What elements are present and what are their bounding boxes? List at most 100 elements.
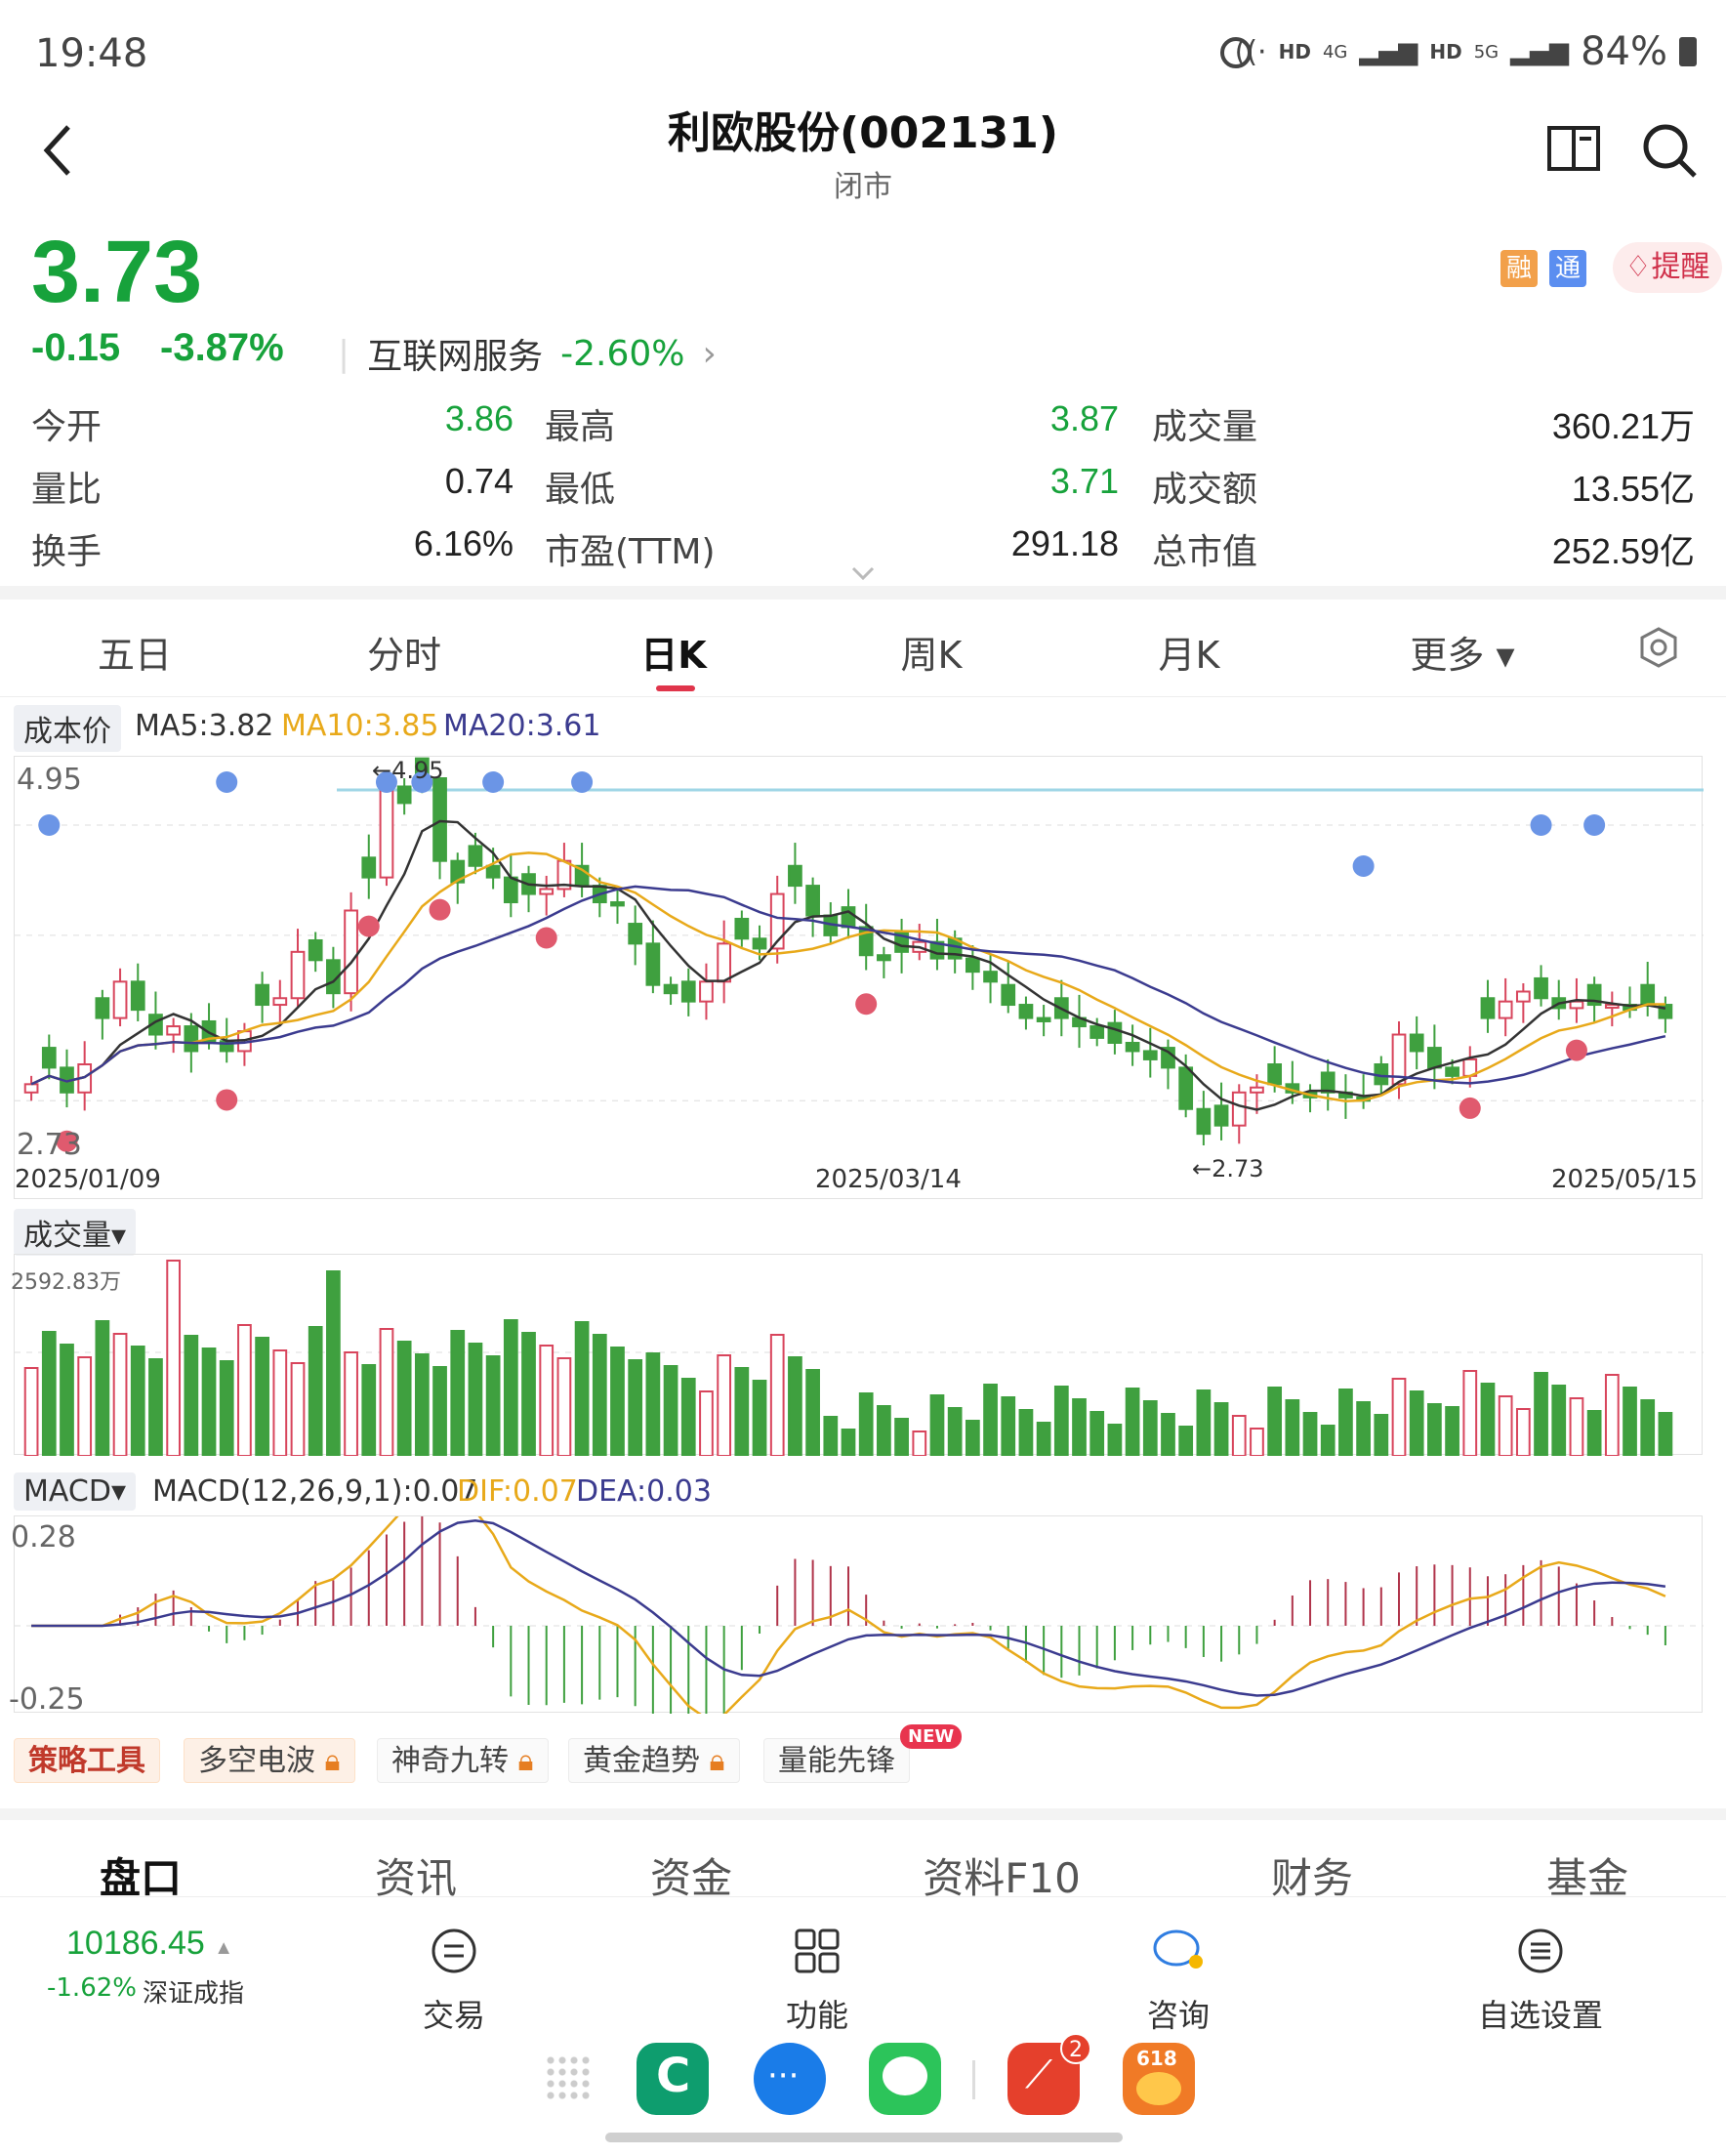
signal-icon: ▂▄▆ bbox=[1510, 37, 1570, 66]
volume-bar bbox=[1445, 1406, 1459, 1457]
volume-bar bbox=[1267, 1387, 1283, 1457]
ma5-line bbox=[30, 819, 1666, 1111]
volume-bar bbox=[947, 1407, 963, 1457]
period-tabs: 五日 分时 日K 周K 月K 更多 ▾ bbox=[0, 600, 1726, 697]
status-bar: 19:48 ((· HD 4G ▂▄▆ HD 5G ▂▄▆ 84% bbox=[0, 0, 1726, 107]
volume-bar bbox=[1604, 1374, 1620, 1457]
tab-1[interactable]: 分时 bbox=[336, 625, 473, 679]
volume-bar bbox=[1534, 1372, 1548, 1457]
strategy-shenqi[interactable]: 神奇九转 🔒︎ bbox=[377, 1738, 549, 1783]
volume-bar bbox=[663, 1365, 678, 1457]
consult-button[interactable]: 咨询 bbox=[1134, 1927, 1222, 2036]
candle-body bbox=[1515, 990, 1531, 1003]
volume-bar bbox=[1018, 1409, 1034, 1457]
volume-bar bbox=[485, 1355, 501, 1457]
volume-bar bbox=[1551, 1385, 1567, 1457]
macd-chart[interactable]: 0.28 -0.25 bbox=[9, 1478, 1704, 1753]
volume-bar bbox=[894, 1418, 909, 1457]
volume-selector[interactable]: 成交量▾ bbox=[14, 1209, 137, 1256]
volume-bar bbox=[1250, 1428, 1264, 1457]
candle-body bbox=[95, 997, 110, 1019]
candle-body bbox=[610, 901, 625, 907]
volume-bar bbox=[717, 1354, 732, 1457]
low-marker: ←2.73 bbox=[1192, 1155, 1264, 1182]
volume-bar bbox=[1391, 1378, 1407, 1457]
volume-bar bbox=[1302, 1412, 1318, 1457]
trade-button[interactable]: 交易 bbox=[410, 1927, 498, 2036]
candle-body bbox=[1640, 983, 1656, 1007]
industry-pct: -2.60% bbox=[560, 333, 685, 374]
volume-bar bbox=[1427, 1403, 1442, 1457]
section-gap bbox=[0, 1808, 1726, 1820]
cost-price-button[interactable]: 成本价 bbox=[14, 705, 121, 752]
remind-button[interactable]: ♢提醒 bbox=[1613, 242, 1722, 293]
candle-body bbox=[184, 1025, 199, 1053]
strategy-label: 多空电波 bbox=[198, 1744, 315, 1778]
volume-bar bbox=[326, 1270, 341, 1457]
shopping-app-icon[interactable]: 618 bbox=[1123, 2043, 1195, 2115]
index-value[interactable]: 10186.45 ▲ bbox=[66, 1925, 233, 1963]
tab-3[interactable]: 周K bbox=[863, 625, 1000, 679]
candle-body bbox=[432, 777, 447, 862]
market-status: 闭市 bbox=[834, 170, 892, 204]
candle-body bbox=[539, 888, 555, 895]
volume-bar bbox=[1213, 1402, 1229, 1457]
candle-body bbox=[1569, 1000, 1584, 1010]
strategy-duokong[interactable]: 多空电波 🔒︎ bbox=[184, 1738, 355, 1783]
kline-chart[interactable]: 4.95 2.73 ←4.95 ←2.73 2025/01/09 2025/03… bbox=[14, 756, 1704, 1199]
network-label: HD bbox=[1429, 40, 1462, 63]
tab-4[interactable]: 月K bbox=[1121, 625, 1257, 679]
volume-chart[interactable]: 2592.83万 bbox=[11, 1254, 1704, 1457]
notification-badge: 2 bbox=[1060, 2033, 1091, 2064]
app-drawer-icon[interactable] bbox=[545, 2054, 594, 2103]
tab-5[interactable]: 更多 ▾ bbox=[1394, 625, 1531, 679]
volume-bar bbox=[414, 1353, 430, 1457]
index-value-text: 10186.45 bbox=[66, 1925, 205, 1962]
section-gap bbox=[0, 586, 1726, 600]
candle-body bbox=[1089, 1025, 1105, 1039]
industry-link[interactable]: | 互联网服务 -2.60% › bbox=[338, 328, 717, 379]
active-tab-indicator bbox=[656, 685, 695, 691]
volume-bar bbox=[1089, 1411, 1105, 1457]
candle-body bbox=[272, 997, 288, 1007]
function-button[interactable]: 功能 bbox=[773, 1927, 861, 2036]
lock-icon: 🔒︎ bbox=[324, 1744, 341, 1778]
volume-bar bbox=[1586, 1410, 1602, 1457]
kline-svg bbox=[15, 757, 1704, 1152]
strategy-liangneng[interactable]: 量能先锋 bbox=[763, 1738, 910, 1783]
strategy-label: 黄金趋势 bbox=[583, 1744, 700, 1778]
high-marker: ←4.95 bbox=[372, 757, 444, 784]
volume-bar bbox=[1658, 1412, 1673, 1457]
search-icon[interactable] bbox=[1640, 121, 1699, 180]
macd-selector[interactable]: MACD▾ bbox=[14, 1472, 136, 1511]
volume-bar bbox=[823, 1416, 839, 1457]
volume-bar bbox=[1053, 1386, 1069, 1457]
watchlist-settings-button[interactable]: 自选设置 bbox=[1472, 1927, 1609, 2036]
volume-bar bbox=[272, 1349, 288, 1457]
volume-bar bbox=[769, 1334, 785, 1457]
candle-body bbox=[468, 845, 483, 867]
chevron-down-icon[interactable] bbox=[851, 566, 875, 582]
candle-body bbox=[877, 954, 891, 962]
volume-bar bbox=[1125, 1388, 1140, 1457]
candle-body bbox=[396, 785, 412, 805]
messages-app-icon[interactable]: ··· bbox=[754, 2043, 826, 2115]
volume-max-label: 2592.83万 bbox=[11, 1270, 121, 1295]
wechat-app-icon[interactable] bbox=[869, 2043, 941, 2115]
settings-icon[interactable] bbox=[1640, 627, 1677, 668]
strategy-huangjin[interactable]: 黄金趋势 🔒︎ bbox=[568, 1738, 740, 1783]
book-icon[interactable] bbox=[1546, 123, 1601, 174]
buy-marker bbox=[429, 898, 451, 921]
volume-bar bbox=[1001, 1396, 1016, 1457]
tab-0[interactable]: 五日 bbox=[66, 625, 203, 679]
phone-app-icon[interactable]: C bbox=[637, 2043, 709, 2115]
volume-bar bbox=[77, 1356, 93, 1457]
dock-label: 咨询 bbox=[1146, 1997, 1210, 2034]
volume-bar bbox=[877, 1405, 891, 1457]
gesture-bar[interactable] bbox=[605, 2133, 1123, 2142]
network-label: 5G bbox=[1473, 41, 1500, 62]
volume-bar bbox=[680, 1378, 696, 1457]
candle-body bbox=[1480, 997, 1496, 1019]
volume-bar bbox=[41, 1331, 57, 1457]
tab-2[interactable]: 日K bbox=[605, 625, 742, 679]
